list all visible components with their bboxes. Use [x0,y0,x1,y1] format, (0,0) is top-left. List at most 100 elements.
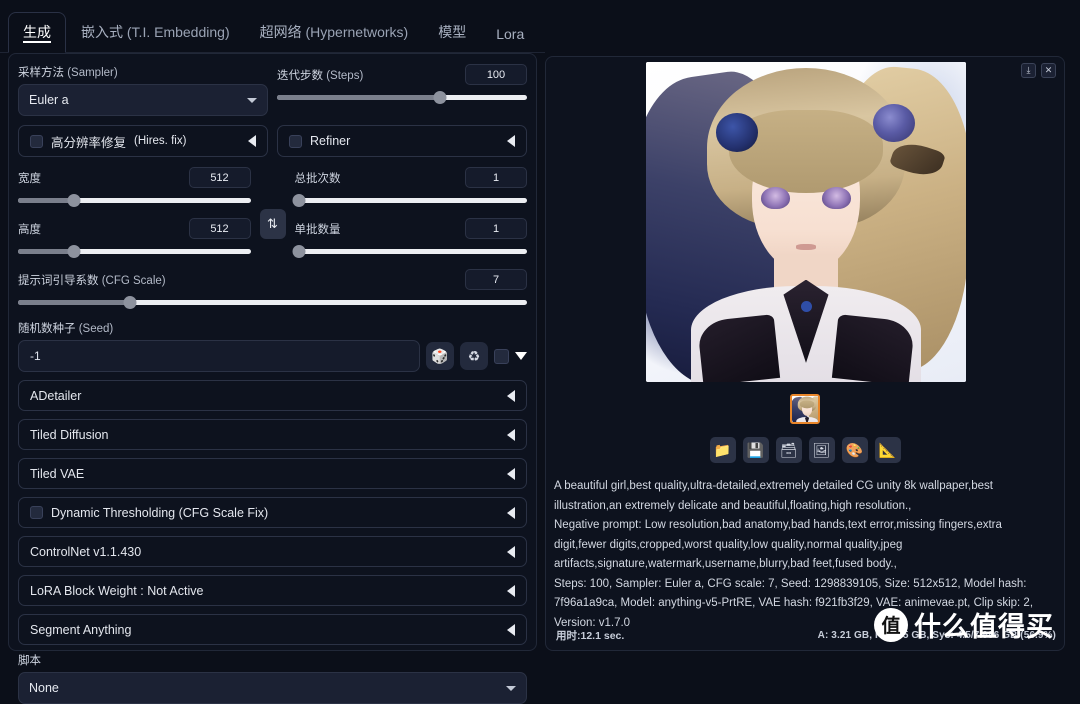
recycle-icon[interactable]: ♻ [460,342,488,370]
collapse-left-icon [507,467,515,480]
batch-size-slider-knob[interactable] [292,245,306,258]
steps-group: 迭代步数 (Steps) 100 [277,64,527,116]
batch-group: 总批次数 1 单批数量 1 [292,167,527,258]
tab-generate[interactable]: 生成 [8,12,66,53]
accordion-adetailer[interactable]: ADetailer [18,380,527,411]
elapsed-time: 用时:12.1 sec. [556,629,625,642]
accordion-segment-anything[interactable]: Segment Anything [18,614,527,645]
batch-count-header: 总批次数 1 [295,167,527,188]
image-mouth [796,244,816,250]
batch-count-slider-track [294,198,527,203]
image-eye-left [761,186,790,210]
cfg-slider[interactable] [18,295,527,309]
hires-fix-label-zh: 高分辨率修复 [51,135,127,150]
hires-fix-label-en: (Hires. fix) [134,135,187,147]
preview-action-buttons: ⤓ ✕ [1021,63,1056,78]
steps-slider-knob[interactable] [433,91,446,104]
triangle-down-icon[interactable] [515,352,527,360]
accordion-lora-block-weight[interactable]: LoRA Block Weight : Not Active [18,575,527,606]
seed-row: -1 🎲 ♻ [18,340,527,372]
accordion-tiled-vae-label: Tiled VAE [30,466,85,481]
width-slider-knob[interactable] [67,194,81,207]
refiner-checkbox[interactable] [289,134,302,148]
tab-embedding-label-en: (T.I. Embedding) [126,24,230,40]
gallery-thumbnail[interactable] [790,394,820,424]
zip-icon[interactable]: 🗃 [775,437,802,463]
image-lace-left [697,314,781,382]
steps-value-input[interactable]: 100 [465,64,527,85]
batch-count-slider-knob[interactable] [292,194,306,207]
save-icon[interactable]: 💾 [742,437,769,463]
hires-fix-accordion[interactable]: 高分辨率修复 (Hires. fix) [18,125,268,157]
seed-input[interactable]: -1 [18,340,420,372]
tab-lora-label: Lora [496,26,525,42]
script-dropdown[interactable]: None [18,672,527,704]
tab-embedding[interactable]: 嵌入式 (T.I. Embedding) [66,12,245,53]
height-value-input[interactable]: 512 [188,218,251,239]
output-toolbar: 📁 💾 🗃 🖼 🎨 📐 [546,431,1064,473]
seed-label: 随机数种子 (Seed) [18,323,114,335]
cfg-slider-knob[interactable] [123,296,137,309]
accordion-dynamic-thresholding[interactable]: Dynamic Thresholding (CFG Scale Fix) [18,497,527,528]
width-header: 宽度 512 [18,167,251,188]
height-slider-knob[interactable] [67,245,81,258]
tab-lora[interactable]: Lora [481,16,539,53]
accordion-tiled-vae[interactable]: Tiled VAE [18,458,527,489]
gallery-strip [546,387,1064,431]
close-icon[interactable]: ✕ [1041,63,1056,78]
tab-hypernetworks-label-en: (Hypernetworks) [305,24,409,40]
tab-hypernetworks[interactable]: 超网络 (Hypernetworks) [245,12,424,53]
refiner-accordion[interactable]: Refiner [277,125,527,157]
accordion-dynamic-thresholding-label: Dynamic Thresholding (CFG Scale Fix) [51,505,269,520]
collapse-left-icon [507,389,515,402]
tab-checkpoints-label: 模型 [438,24,467,40]
extra-seed-checkbox[interactable] [494,348,509,364]
tab-embedding-label-zh: 嵌入式 [81,24,123,40]
steps-label: 迭代步数 (Steps) [277,69,364,82]
height-header: 高度 512 [18,218,251,239]
left-settings-column: 生成 嵌入式 (T.I. Embedding) 超网络 (Hypernetwor… [0,0,545,704]
folder-icon[interactable]: 📁 [709,437,736,463]
width-value-input[interactable]: 512 [188,167,251,188]
download-icon[interactable]: ⤓ [1021,63,1036,78]
steps-header: 迭代步数 (Steps) 100 [277,64,527,85]
ruler-icon[interactable]: 📐 [874,437,901,463]
steps-slider[interactable] [277,90,527,104]
tab-generate-label: 生成 [23,24,51,43]
height-slider[interactable] [18,244,251,258]
swap-dimensions-button[interactable]: ⇅ [259,208,286,239]
hires-fix-checkbox[interactable] [30,134,43,148]
generation-prompt: A beautiful girl,best quality,ultra-deta… [554,480,993,512]
accordion-tiled-diffusion[interactable]: Tiled Diffusion [18,419,527,450]
palette-icon[interactable]: 🎨 [841,437,868,463]
batch-size-slider[interactable] [292,244,527,258]
image-preview-area: ⤓ ✕ [546,57,1066,387]
batch-count-slider[interactable] [292,193,527,207]
thumbnail-content [792,396,818,422]
accordion-adetailer-label: ADetailer [30,388,82,403]
collapse-left-icon [507,428,515,441]
send-to-img2img-icon[interactable]: 🖼 [808,437,835,463]
tab-checkpoints[interactable]: 模型 [423,12,481,53]
status-bar: 用时:12.1 sec. A: 3.21 GB, R: 3.85 GB, Sys… [546,620,1066,650]
batch-size-value-input[interactable]: 1 [465,218,527,239]
image-rose-right [873,103,915,142]
accordion-controlnet[interactable]: ControlNet v1.1.430 [18,536,527,567]
width-slider[interactable] [18,193,251,207]
cfg-value-input[interactable]: 7 [465,269,527,290]
generated-image[interactable] [646,62,966,382]
batch-count-value-input[interactable]: 1 [465,167,527,188]
accordion-segment-anything-label: Segment Anything [30,622,132,637]
dimensions-batch-row: 宽度 512 高度 512 ⇅ 总批次数 1 单批数量 1 [18,167,527,258]
sampler-dropdown[interactable]: Euler a [18,84,268,116]
width-slider-fill [18,198,74,203]
script-label: 脚本 [18,655,41,667]
dynamic-thresholding-checkbox[interactable] [30,506,43,519]
accordion-controlnet-label: ControlNet v1.1.430 [30,544,142,559]
dice-icon[interactable]: 🎲 [426,342,454,370]
height-label: 高度 [18,223,41,236]
batch-size-label: 单批数量 [294,223,341,236]
stable-diffusion-webui: 生成 嵌入式 (T.I. Embedding) 超网络 (Hypernetwor… [0,0,1080,704]
image-gem [801,300,813,312]
cfg-slider-fill [18,300,130,305]
